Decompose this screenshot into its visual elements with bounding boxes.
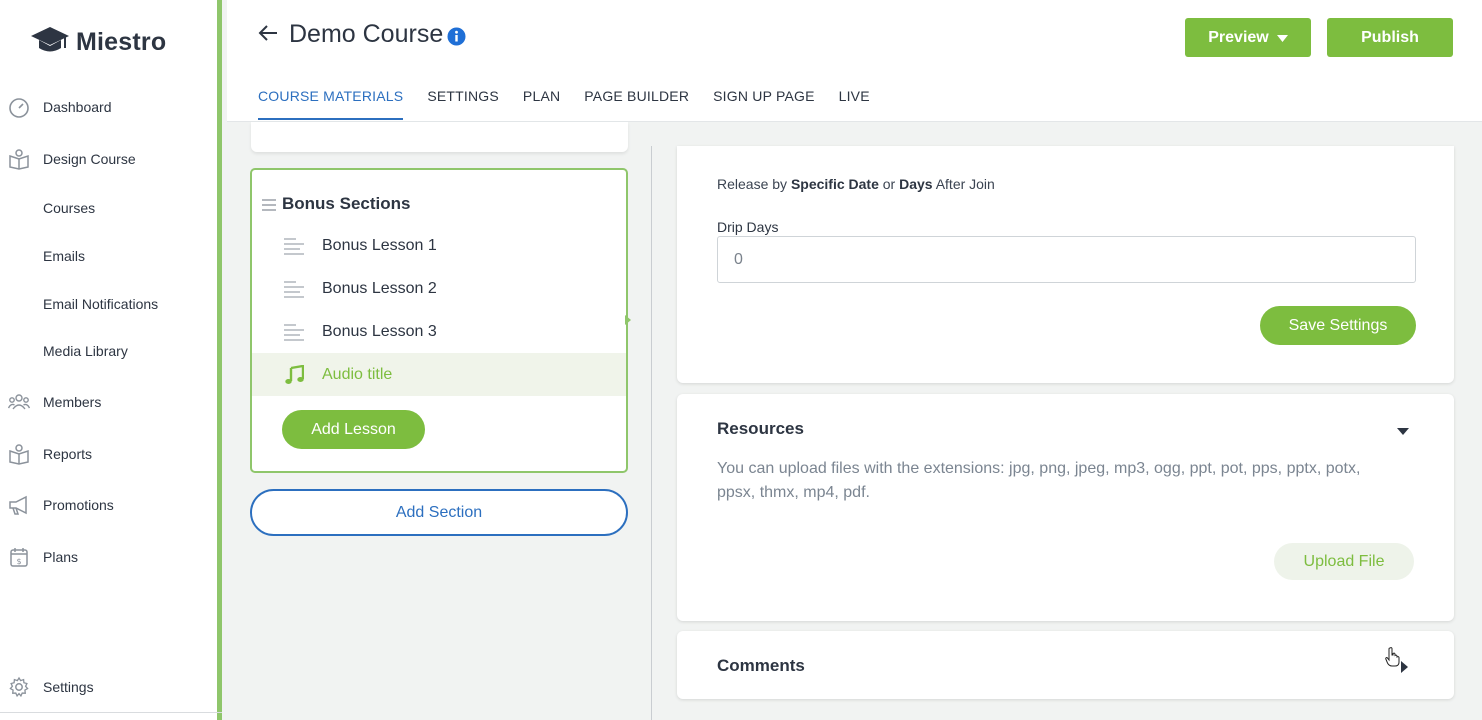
list-item-active[interactable]: Audio title bbox=[252, 353, 626, 396]
sidebar-item-label: Promotions bbox=[43, 497, 114, 513]
preview-label: Preview bbox=[1208, 28, 1269, 46]
megaphone-icon bbox=[8, 494, 30, 516]
tab-course-materials[interactable]: COURSE MATERIALS bbox=[258, 88, 404, 120]
tab-settings[interactable]: SETTINGS bbox=[427, 88, 499, 120]
release-mid: or bbox=[878, 176, 900, 192]
sidebar-divider bbox=[0, 712, 222, 713]
sidebar-item-label: Media Library bbox=[43, 343, 128, 359]
comments-title[interactable]: Comments bbox=[717, 656, 805, 676]
section-card[interactable]: Bonus Sections Bonus Lesson 1 Bonus Less… bbox=[250, 168, 628, 473]
calendar-dollar-icon: $ bbox=[8, 546, 30, 568]
text-lines-icon bbox=[283, 323, 305, 341]
sidebar-item-label: Dashboard bbox=[43, 99, 112, 115]
sidebar-item-email-notifications[interactable]: Email Notifications bbox=[43, 286, 248, 322]
sidebar-item-label: Courses bbox=[43, 200, 96, 216]
hand-cursor-icon bbox=[1385, 647, 1401, 672]
lesson-label: Bonus Lesson 1 bbox=[322, 236, 437, 254]
tab-live[interactable]: LIVE bbox=[839, 88, 870, 120]
section-title[interactable]: Bonus Sections bbox=[282, 194, 410, 214]
add-lesson-button[interactable]: Add Lesson bbox=[282, 410, 425, 449]
music-note-icon bbox=[283, 364, 305, 385]
resources-title[interactable]: Resources bbox=[717, 419, 804, 439]
gear-icon bbox=[8, 676, 30, 698]
preview-button[interactable]: Preview bbox=[1185, 18, 1311, 57]
lesson-label: Bonus Lesson 2 bbox=[322, 279, 437, 297]
publish-button[interactable]: Publish bbox=[1327, 18, 1453, 57]
info-icon[interactable] bbox=[447, 27, 466, 51]
sidebar-item-members[interactable]: Members bbox=[8, 384, 213, 420]
back-arrow-icon[interactable] bbox=[257, 22, 279, 49]
course-tabs: COURSE MATERIALS SETTINGS PLAN PAGE BUIL… bbox=[258, 88, 894, 120]
add-section-button[interactable]: Add Section bbox=[250, 489, 628, 536]
list-item[interactable]: Bonus Lesson 3 bbox=[252, 310, 626, 353]
caret-down-icon[interactable] bbox=[1397, 423, 1409, 441]
sidebar-item-label: Email Notifications bbox=[43, 296, 159, 312]
tab-plan[interactable]: PLAN bbox=[523, 88, 560, 120]
list-item[interactable]: Bonus Lesson 2 bbox=[252, 267, 626, 310]
sidebar-item-plans[interactable]: $ Plans bbox=[8, 539, 213, 575]
release-option-days: Days bbox=[899, 176, 933, 192]
sidebar: Miestro Dashboard Design Course Courses … bbox=[0, 0, 222, 720]
release-option-specific-date: Specific Date bbox=[790, 176, 879, 192]
sidebar-item-dashboard[interactable]: Dashboard bbox=[8, 89, 213, 125]
sidebar-item-label: Design Course bbox=[43, 151, 136, 167]
book-icon bbox=[8, 148, 30, 170]
caret-right-icon[interactable] bbox=[1401, 660, 1409, 678]
sidebar-item-reports[interactable]: Reports bbox=[8, 436, 213, 472]
text-lines-icon bbox=[283, 280, 305, 298]
list-item[interactable]: Bonus Lesson 1 bbox=[252, 224, 626, 267]
upload-file-button[interactable]: Upload File bbox=[1274, 543, 1414, 580]
page-title: Demo Course bbox=[289, 20, 444, 48]
release-prefix: Release by bbox=[717, 176, 791, 192]
text-lines-icon bbox=[283, 237, 305, 255]
release-description: Release by Specific Date or Days After J… bbox=[717, 176, 995, 192]
drag-handle-icon[interactable] bbox=[262, 198, 276, 216]
page-header: Demo Course Preview Publish COURSE MATER… bbox=[227, 0, 1482, 122]
sections-panel: Bonus Sections Bonus Lesson 1 Bonus Less… bbox=[227, 122, 652, 720]
sidebar-item-label: Emails bbox=[43, 248, 86, 264]
sidebar-item-label: Reports bbox=[43, 446, 93, 462]
members-icon bbox=[8, 391, 30, 413]
sidebar-item-design-course[interactable]: Design Course bbox=[8, 141, 213, 177]
lesson-label: Audio title bbox=[322, 365, 393, 383]
sidebar-item-settings[interactable]: Settings bbox=[8, 669, 213, 705]
previous-section-card[interactable] bbox=[251, 122, 628, 152]
app-logo[interactable]: Miestro bbox=[30, 24, 166, 61]
selection-arrow bbox=[625, 315, 631, 325]
sidebar-item-promotions[interactable]: Promotions bbox=[8, 487, 213, 523]
lesson-settings-panel: Release by Specific Date or Days After J… bbox=[677, 146, 1454, 383]
save-settings-button[interactable]: Save Settings bbox=[1260, 306, 1416, 345]
lesson-label: Bonus Lesson 3 bbox=[322, 322, 437, 340]
svg-text:$: $ bbox=[16, 557, 21, 566]
comments-panel: Comments bbox=[677, 631, 1454, 699]
sidebar-item-label: Plans bbox=[43, 549, 79, 565]
resources-panel: Resources You can upload files with the … bbox=[677, 394, 1454, 621]
drip-days-input[interactable] bbox=[717, 236, 1416, 283]
tab-page-builder[interactable]: PAGE BUILDER bbox=[584, 88, 689, 120]
sidebar-item-emails[interactable]: Emails bbox=[43, 238, 248, 274]
panel-divider bbox=[651, 146, 652, 720]
sidebar-item-label: Members bbox=[43, 394, 102, 410]
tab-sign-up-page[interactable]: SIGN UP PAGE bbox=[713, 88, 814, 120]
sidebar-item-label: Settings bbox=[43, 679, 94, 695]
book-icon bbox=[8, 443, 30, 465]
caret-down-icon bbox=[1276, 29, 1288, 47]
sidebar-item-media-library[interactable]: Media Library bbox=[43, 333, 248, 369]
release-suffix: After Join bbox=[932, 176, 995, 192]
app-name: Miestro bbox=[76, 28, 167, 56]
drip-days-label: Drip Days bbox=[717, 219, 779, 235]
gauge-icon bbox=[8, 96, 30, 118]
resources-description: You can upload files with the extensions… bbox=[717, 460, 1361, 501]
graduation-cap-icon bbox=[30, 24, 70, 61]
sidebar-item-courses[interactable]: Courses bbox=[43, 190, 248, 226]
